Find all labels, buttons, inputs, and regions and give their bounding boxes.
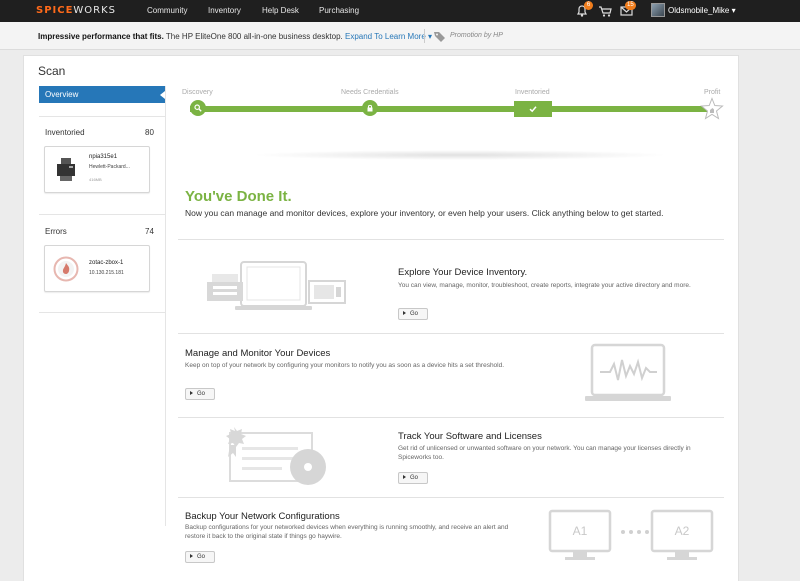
chevron-down-icon: ▾ — [731, 6, 736, 15]
backup-illustration: A1 A2 — [548, 509, 714, 560]
tag-icon — [434, 32, 445, 42]
section-divider — [39, 312, 165, 313]
explore-go-button[interactable]: Go — [398, 308, 428, 320]
feature-title-explore: Explore Your Device Inventory. — [398, 267, 528, 278]
play-icon — [190, 554, 193, 558]
promo-banner: Impressive performance that fits. The HP… — [0, 22, 800, 50]
feature-title-monitor: Manage and Monitor Your Devices — [185, 348, 331, 359]
device-name: zotac-zbox-1 — [89, 260, 124, 266]
top-navigation-bar: SPICEWORKS Community Inventory Help Desk… — [0, 0, 800, 22]
feature-desc-backup: Backup configurations for your networked… — [185, 524, 509, 540]
inventoried-device-card[interactable]: npia315e1 Hewlett-Packard... 416MB — [44, 146, 150, 193]
device-ip: 10.130.215.181 — [89, 270, 124, 276]
section-divider — [39, 116, 165, 117]
monitor-chart-illustration — [585, 343, 671, 401]
feature-title-software: Track Your Software and Licenses — [398, 431, 542, 442]
nav-community[interactable]: Community — [147, 6, 187, 15]
lock-icon — [367, 104, 373, 112]
device-inventory-illustration — [207, 261, 346, 310]
user-menu[interactable]: Oldsmobile_Mike ▾ — [668, 6, 736, 15]
error-flame-icon — [53, 256, 79, 282]
done-heading: You've Done It. — [185, 188, 292, 205]
progress-shadow — [250, 150, 670, 160]
step-label-profit: Profit — [704, 89, 721, 96]
cart-icon[interactable] — [597, 4, 613, 18]
section-divider — [39, 214, 165, 215]
play-icon — [190, 391, 193, 395]
backup-go-button[interactable]: Go — [185, 551, 215, 563]
nav-purchasing[interactable]: Purchasing — [319, 6, 359, 15]
feature-title-backup: Backup Your Network Configurations — [185, 511, 340, 522]
sidebar-item-overview[interactable]: Overview — [39, 86, 165, 103]
step-discovery — [190, 100, 206, 116]
check-icon — [529, 106, 537, 113]
feature-desc-explore: You can view, manage, monitor, troublesh… — [398, 282, 691, 289]
error-device-card[interactable]: zotac-zbox-1 10.130.215.181 — [44, 245, 150, 292]
step-label-needs-credentials: Needs Credentials — [341, 89, 399, 96]
scan-panel — [23, 55, 739, 581]
play-icon — [403, 475, 406, 479]
done-subtitle: Now you can manage and monitor devices, … — [185, 208, 664, 218]
row-divider — [178, 417, 724, 418]
user-avatar[interactable] — [651, 3, 665, 17]
promo-expand-link[interactable]: Expand To Learn More ▾ — [345, 32, 432, 41]
software-license-illustration — [226, 427, 326, 485]
profit-star-icon — [700, 97, 724, 120]
errors-count: 74 — [145, 227, 154, 236]
messages-badge: 15 — [625, 1, 636, 10]
nav-help-desk[interactable]: Help Desk — [262, 6, 299, 15]
backup-label-b: A2 — [675, 524, 690, 538]
spiceworks-logo[interactable]: SPICEWORKS — [36, 5, 116, 16]
row-divider — [178, 333, 724, 334]
device-vendor: Hewlett-Packard... — [89, 164, 130, 170]
inventoried-label: Inventoried — [45, 128, 85, 137]
search-icon — [194, 104, 202, 112]
notifications-badge: 6 — [584, 1, 593, 10]
step-label-inventoried: Inventoried — [515, 89, 550, 96]
device-tag: 416MB — [89, 177, 102, 182]
progress-track — [190, 106, 710, 112]
monitor-go-button[interactable]: Go — [185, 388, 215, 400]
row-divider — [178, 497, 724, 498]
page-title: Scan — [38, 64, 66, 78]
step-inventoried — [514, 101, 552, 117]
step-label-discovery: Discovery — [182, 89, 213, 96]
promo-sponsor: Promotion by HP — [450, 32, 503, 39]
sidebar-divider — [165, 86, 166, 526]
play-icon — [403, 311, 406, 315]
promo-divider — [424, 29, 425, 43]
step-needs-credentials — [362, 100, 378, 116]
promo-text: Impressive performance that fits. The HP… — [38, 32, 433, 41]
device-name: npia315e1 — [89, 154, 118, 160]
nav-inventory[interactable]: Inventory — [208, 6, 241, 15]
feature-desc-monitor: Keep on top of your network by configuri… — [185, 362, 505, 369]
row-divider — [178, 239, 724, 240]
inventoried-count: 80 — [145, 128, 154, 137]
software-go-button[interactable]: Go — [398, 472, 428, 484]
errors-label: Errors — [45, 227, 67, 236]
backup-label-a: A1 — [573, 524, 588, 538]
feature-desc-software: Get rid of unlicensed or unwanted softwa… — [398, 445, 691, 461]
printer-icon — [57, 158, 75, 181]
